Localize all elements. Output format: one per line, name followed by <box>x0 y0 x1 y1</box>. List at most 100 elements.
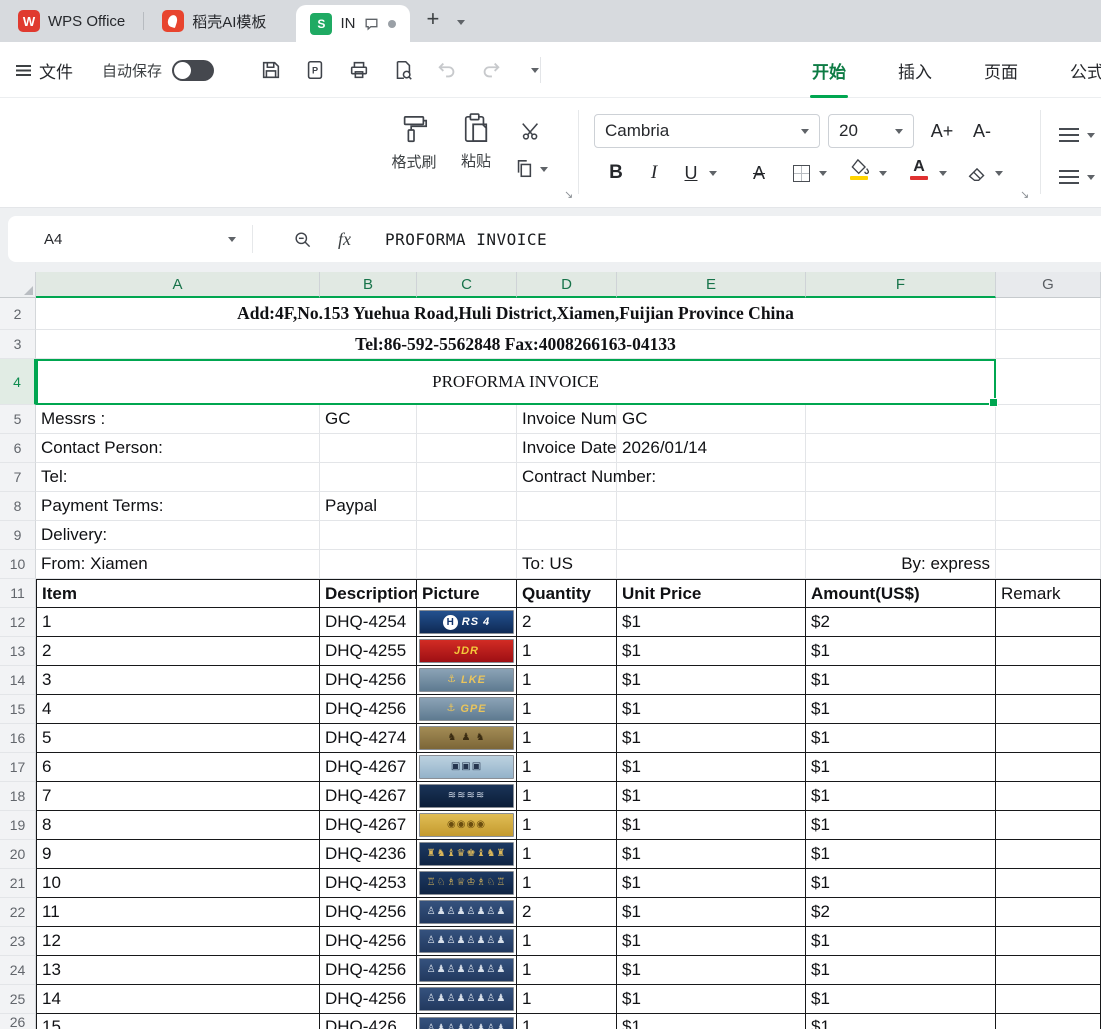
cell-unit-price[interactable]: $1 <box>617 811 806 840</box>
cell-item-number[interactable]: 15 <box>36 1014 320 1029</box>
cell-unit-price[interactable]: $1 <box>617 840 806 869</box>
product-picture[interactable]: ♙♟♙♟♙♟♙♟ <box>419 929 514 953</box>
cell-d8[interactable] <box>517 492 617 521</box>
cell-unit-price[interactable]: $1 <box>617 927 806 956</box>
cell-c10[interactable] <box>417 550 517 579</box>
cell-c9[interactable] <box>417 521 517 550</box>
cell-remark[interactable] <box>996 811 1101 840</box>
cell-picture[interactable]: ♙♟♙♟♙♟♙♟ <box>417 898 517 927</box>
cell-quantity[interactable]: 1 <box>517 985 617 1014</box>
cell-item-number[interactable]: 6 <box>36 753 320 782</box>
cell-description[interactable]: DHQ-4256 <box>320 927 417 956</box>
cell-picture[interactable]: ♙♟♙♟♙♟♙♟ <box>417 927 517 956</box>
cell-name-box[interactable]: A4 <box>8 216 252 262</box>
cell-picture[interactable]: ▣▣▣ <box>417 753 517 782</box>
cell-quantity[interactable]: 1 <box>517 840 617 869</box>
header-quantity[interactable]: Quantity <box>517 579 617 608</box>
cell-picture[interactable]: ♙♟♙♟♙♟♙♟ <box>417 985 517 1014</box>
cell-unit-price[interactable]: $1 <box>617 956 806 985</box>
cell-unit-price[interactable]: $1 <box>617 608 806 637</box>
select-all-corner[interactable] <box>0 272 36 298</box>
row-header-7[interactable]: 7 <box>0 463 36 492</box>
product-picture[interactable]: HRS 4 <box>419 610 514 634</box>
ribbon-tab-page[interactable]: 页面 <box>984 42 1018 98</box>
tab-invoice-document[interactable]: S IN <box>296 5 410 42</box>
cell-b10[interactable] <box>320 550 417 579</box>
cell-f5[interactable] <box>806 405 996 434</box>
product-picture[interactable]: ♙♟♙♟♙♟♙♟ <box>419 958 514 982</box>
cell-unit-price[interactable]: $1 <box>617 782 806 811</box>
cell-picture[interactable]: ◉◉◉◉ <box>417 811 517 840</box>
italic-button[interactable]: I <box>640 156 668 190</box>
cell-description[interactable]: DHQ-4256 <box>320 695 417 724</box>
cell-unit-price[interactable]: $1 <box>617 753 806 782</box>
product-picture[interactable]: ⚓LKE <box>419 668 514 692</box>
cell-picture[interactable]: ♙♟♙♟♙♟♙♟ <box>417 1014 517 1029</box>
cell-b7[interactable] <box>320 463 417 492</box>
font-name-select[interactable]: Cambria <box>594 114 820 148</box>
undo-button[interactable] <box>434 57 460 83</box>
align-top-button[interactable] <box>1056 118 1082 152</box>
cell-picture[interactable]: ♞ ♟ ♞ <box>417 724 517 753</box>
tab-wps-office[interactable]: W WPS Office <box>0 0 143 42</box>
cell-amount[interactable]: $1 <box>806 956 996 985</box>
column-header-d[interactable]: D <box>517 272 617 298</box>
cell-description[interactable]: DHQ-4256 <box>320 898 417 927</box>
cell-g10[interactable] <box>996 550 1101 579</box>
cell-payment-terms-value[interactable]: Paypal <box>320 492 417 521</box>
cell-picture[interactable]: HRS 4 <box>417 608 517 637</box>
cell-amount[interactable]: $2 <box>806 608 996 637</box>
cell-unit-price[interactable]: $1 <box>617 637 806 666</box>
cell-remark[interactable] <box>996 608 1101 637</box>
cell-amount[interactable]: $1 <box>806 782 996 811</box>
cell-quantity[interactable]: 2 <box>517 608 617 637</box>
cell-quantity[interactable]: 1 <box>517 956 617 985</box>
cell-b9[interactable] <box>320 521 417 550</box>
cell-picture[interactable]: ♜♞♝♛♚♝♞♜ <box>417 840 517 869</box>
cell-remark[interactable] <box>996 724 1101 753</box>
product-picture[interactable]: ♜♞♝♛♚♝♞♜ <box>419 842 514 866</box>
cell-item-number[interactable]: 12 <box>36 927 320 956</box>
product-picture[interactable]: ♙♟♙♟♙♟♙♟ <box>419 1017 514 1029</box>
cell-item-number[interactable]: 5 <box>36 724 320 753</box>
cell-quantity[interactable]: 1 <box>517 637 617 666</box>
cell-contact-person-value[interactable] <box>320 434 417 463</box>
cell-d9[interactable] <box>517 521 617 550</box>
copy-button[interactable] <box>514 158 548 180</box>
cell-amount[interactable]: $1 <box>806 637 996 666</box>
save-button[interactable] <box>258 57 284 83</box>
formula-bar-content[interactable]: PROFORMA INVOICE <box>385 230 547 249</box>
cell-g4[interactable] <box>996 359 1101 405</box>
row-header-11[interactable]: 11 <box>0 579 36 608</box>
clear-format-chevron-icon[interactable] <box>992 156 1006 190</box>
cell-messrs-value[interactable]: GC <box>320 405 417 434</box>
cell-g3[interactable] <box>996 330 1101 359</box>
fill-color-chevron-icon[interactable] <box>876 156 890 190</box>
borders-button[interactable] <box>788 156 814 190</box>
row-header-8[interactable]: 8 <box>0 492 36 521</box>
cell-c7[interactable] <box>417 463 517 492</box>
cell-company-address[interactable]: Add:4F,No.153 Yuehua Road,Huli District,… <box>36 298 996 330</box>
cell-quantity[interactable]: 1 <box>517 666 617 695</box>
cell-quantity[interactable]: 1 <box>517 927 617 956</box>
row-header[interactable]: 25 <box>0 985 36 1014</box>
font-dialog-launcher[interactable]: ↘ <box>1020 188 1029 201</box>
product-picture[interactable]: ≋≋≋≋ <box>419 784 514 808</box>
cell-item-number[interactable]: 7 <box>36 782 320 811</box>
cell-picture[interactable]: JDR <box>417 637 517 666</box>
cell-tel-fax[interactable]: Tel:86-592-5562848 Fax:4008266163-04133 <box>36 330 996 359</box>
cell-g7[interactable] <box>996 463 1101 492</box>
increase-font-size-button[interactable]: A+ <box>924 114 960 148</box>
row-header[interactable]: 16 <box>0 724 36 753</box>
cell-quantity[interactable]: 1 <box>517 811 617 840</box>
row-header[interactable]: 14 <box>0 666 36 695</box>
align-chevron-icon[interactable] <box>1084 118 1098 152</box>
cell-remark[interactable] <box>996 637 1101 666</box>
ribbon-tab-insert[interactable]: 插入 <box>898 42 932 98</box>
cell-quantity[interactable]: 1 <box>517 724 617 753</box>
row-header[interactable]: 21 <box>0 869 36 898</box>
row-header-3[interactable]: 3 <box>0 330 36 359</box>
tab-list-chevron-icon[interactable] <box>449 12 473 30</box>
cell-f9[interactable] <box>806 521 996 550</box>
cell-description[interactable]: DHQ-4253 <box>320 869 417 898</box>
